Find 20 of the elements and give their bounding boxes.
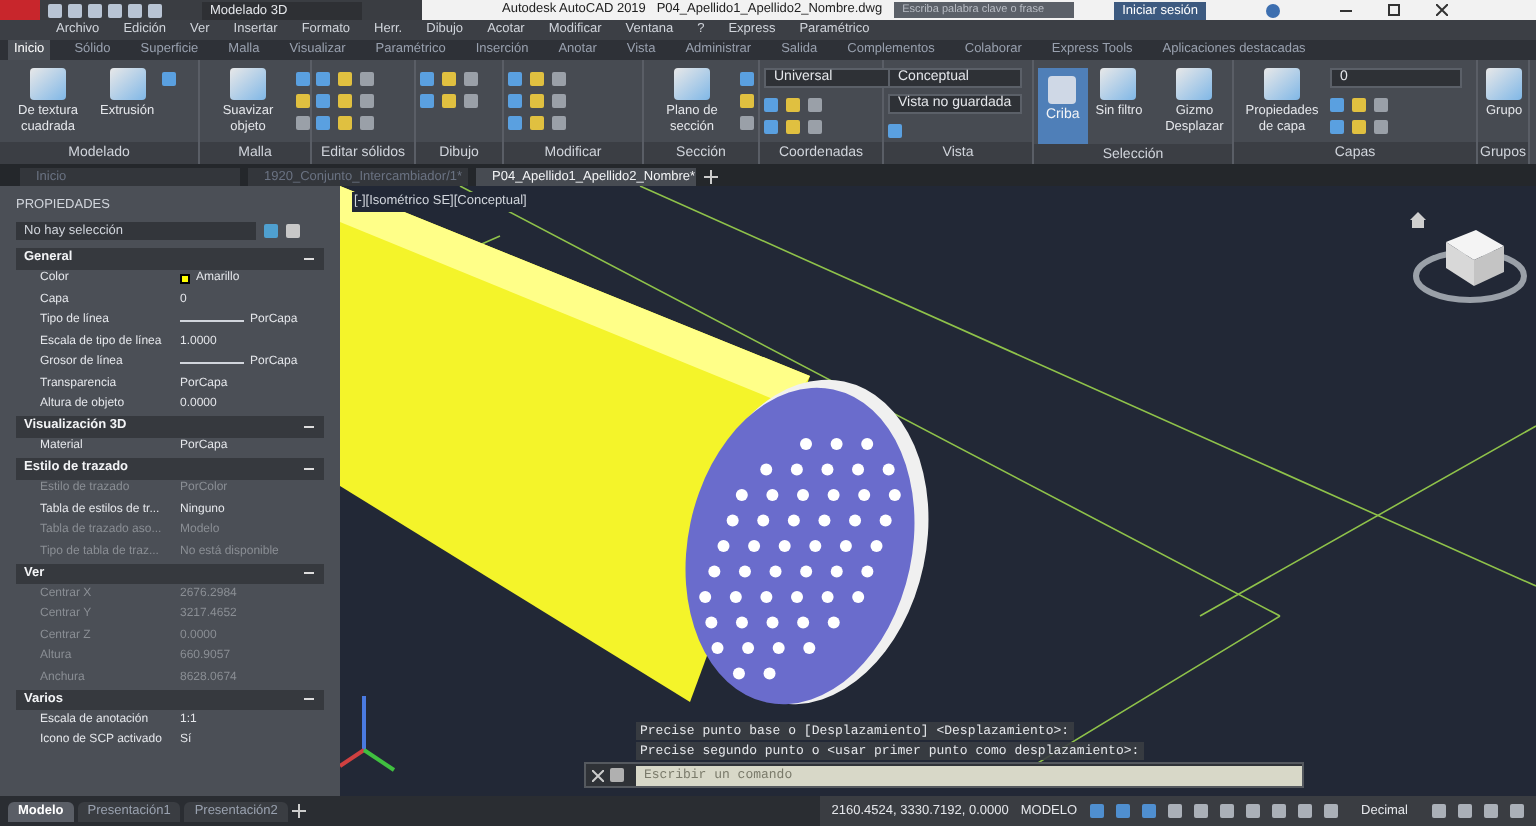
close-icon[interactable] xyxy=(1436,4,1449,16)
home-icon[interactable] xyxy=(1410,212,1426,228)
add-tab-icon[interactable] xyxy=(291,804,306,818)
tool-icon xyxy=(30,68,66,100)
tool-icon xyxy=(1100,68,1137,100)
line-sample xyxy=(180,362,244,365)
ucs-axes-icon xyxy=(340,696,396,772)
tool-icon xyxy=(674,68,710,100)
line-sample xyxy=(180,320,244,323)
minimize-icon[interactable] xyxy=(1340,4,1353,16)
tool-icon xyxy=(109,68,146,100)
tool-icon xyxy=(230,68,266,100)
tool-icon xyxy=(1048,76,1077,104)
add-tab-icon[interactable] xyxy=(704,170,718,184)
tool-icon xyxy=(1264,68,1300,100)
tool-icon xyxy=(1176,68,1213,100)
maximize-icon[interactable] xyxy=(1388,4,1401,16)
tool-icon xyxy=(1486,68,1523,100)
tool-icon[interactable] xyxy=(162,72,177,86)
viewcube-icon[interactable] xyxy=(1413,230,1527,303)
